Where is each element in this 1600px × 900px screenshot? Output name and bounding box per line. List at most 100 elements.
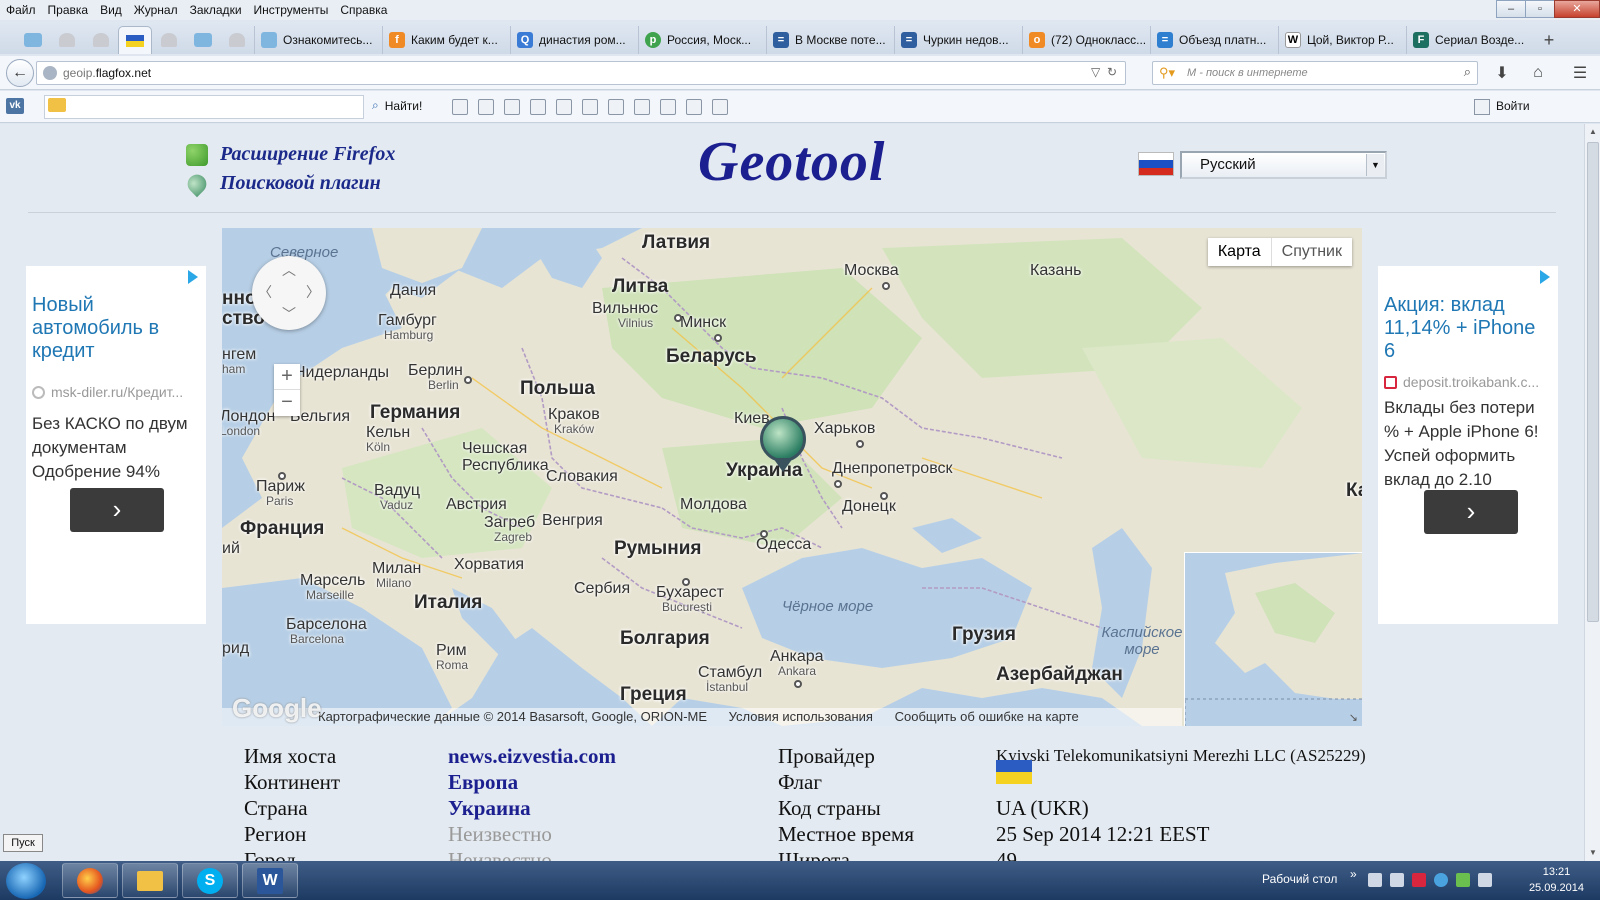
download-icon[interactable]: ⬇ (1490, 62, 1514, 84)
toolbar-tool-icon[interactable] (712, 99, 728, 115)
tray-antivirus-icon[interactable] (1412, 873, 1426, 887)
menu-file[interactable]: Файл (0, 3, 42, 17)
tab[interactable]: = В Москве поте... (766, 26, 894, 54)
toolbar-tool-icon[interactable] (504, 99, 520, 115)
pinned-tab[interactable] (220, 26, 254, 54)
google-logo[interactable]: Google (232, 693, 322, 724)
tray-flag-icon[interactable] (1368, 873, 1382, 887)
city-marker[interactable] (882, 282, 890, 290)
pinned-tab-active[interactable] (118, 26, 152, 54)
scroll-up-icon[interactable]: ▲ (1585, 124, 1600, 140)
pinned-tab[interactable] (186, 26, 220, 54)
city-marker[interactable] (278, 472, 286, 480)
overview-toggle-icon[interactable]: ↘ (1349, 711, 1358, 724)
ad-go-button[interactable]: › (70, 488, 164, 532)
pan-right-icon[interactable]: 〉 (306, 282, 320, 302)
toolbar-tool-icon[interactable] (608, 99, 624, 115)
taskbar-explorer-button[interactable] (122, 863, 178, 898)
tab[interactable]: = Объезд платн... (1150, 26, 1278, 54)
tray-network-icon[interactable] (1456, 873, 1470, 887)
toolbar-tool-icon[interactable] (582, 99, 598, 115)
zoom-in-button[interactable]: + (274, 364, 300, 390)
toolbar-tool-icon[interactable] (634, 99, 650, 115)
login-button[interactable]: Войти (1496, 99, 1530, 113)
menu-tools[interactable]: Инструменты (248, 3, 335, 17)
ad-url[interactable]: msk-diler.ru/Кредит... (32, 384, 202, 400)
toolbar-tool-icon[interactable] (660, 99, 676, 115)
toolbar-tool-icon[interactable] (452, 99, 468, 115)
search-icon[interactable]: ⌕ (1464, 64, 1471, 80)
city-marker[interactable] (760, 530, 768, 538)
find-button[interactable]: ⌕ Найти! (372, 98, 422, 113)
url-bar[interactable]: geoip. flagfox.net ▽ ↻ (36, 61, 1126, 85)
ad-right[interactable]: Акция: вклад 11,14% + iPhone 6 deposit.t… (1378, 266, 1558, 624)
location-marker-icon[interactable] (760, 416, 810, 472)
city-marker[interactable] (834, 480, 842, 488)
tray-info-icon[interactable] (1434, 873, 1448, 887)
page-scrollbar[interactable]: ▲ ▼ (1584, 124, 1600, 861)
menu-bookmarks[interactable]: Закладки (184, 3, 248, 17)
close-window-button[interactable]: ✕ (1554, 0, 1600, 18)
taskbar-clock[interactable]: 13:21 25.09.2014 (1529, 864, 1584, 896)
country-value[interactable]: Украина (448, 796, 531, 822)
city-marker[interactable] (464, 376, 472, 384)
firefox-extension-link[interactable]: Расширение Firefox (186, 140, 395, 169)
menu-history[interactable]: Журнал (128, 3, 184, 17)
city-marker[interactable] (794, 680, 802, 688)
map-type-map-button[interactable]: Карта (1208, 238, 1272, 266)
map-report-link[interactable]: Сообщить об ошибке на карте (895, 709, 1079, 724)
site-identity-icon[interactable] (43, 66, 57, 80)
tab[interactable]: f Каким будет к... (382, 26, 510, 54)
toolbar-search-input[interactable] (44, 95, 364, 119)
tab[interactable]: Qдинастия ром... (510, 26, 638, 54)
minimize-button[interactable]: – (1496, 0, 1526, 18)
ad-url[interactable]: deposit.troikabank.c... (1384, 374, 1554, 390)
toolbar-tool-icon[interactable] (686, 99, 702, 115)
tray-signal-icon[interactable] (1390, 873, 1404, 887)
menu-help[interactable]: Справка (334, 3, 393, 17)
toolbar-tool-icon[interactable] (556, 99, 572, 115)
city-marker[interactable] (856, 440, 864, 448)
city-marker[interactable] (714, 334, 722, 342)
toolbar-tool-icon[interactable] (478, 99, 494, 115)
pinned-tab[interactable] (16, 26, 50, 54)
menu-icon[interactable]: ☰ (1568, 62, 1592, 84)
overview-map[interactable]: ↘ (1184, 552, 1362, 726)
desktop-toolbar-label[interactable]: Рабочий стол (1262, 872, 1337, 886)
map-terms-link[interactable]: Условия использования (729, 709, 873, 724)
adchoices-icon[interactable] (1540, 270, 1554, 284)
taskbar-skype-button[interactable]: S (182, 863, 238, 898)
folder-icon[interactable] (48, 98, 66, 112)
home-icon[interactable]: ⌂ (1526, 62, 1550, 84)
scroll-thumb[interactable] (1587, 142, 1599, 622)
login-icon[interactable] (1474, 99, 1490, 115)
pan-left-icon[interactable]: 〈 (258, 282, 272, 302)
zoom-out-button[interactable]: − (274, 390, 300, 416)
reload-icon[interactable]: ▽ ↻ (1091, 65, 1117, 79)
search-input[interactable]: ⚲▾ М - поиск в интернете ⌕ (1152, 61, 1478, 85)
new-tab-button[interactable]: + (1534, 26, 1564, 54)
city-marker[interactable] (682, 578, 690, 586)
adchoices-icon[interactable] (188, 270, 202, 284)
ad-left[interactable]: Новый автомобиль в кредит msk-diler.ru/К… (26, 266, 206, 624)
city-marker[interactable] (880, 492, 888, 500)
map-pan-control[interactable]: ︿ ﹀ 〈 〉 (252, 256, 326, 330)
city-marker[interactable] (674, 314, 682, 322)
taskbar-firefox-button[interactable] (62, 863, 118, 898)
host-value[interactable]: news.eizvestia.com (448, 744, 616, 770)
tab[interactable]: p Россия, Моск... (638, 26, 766, 54)
toolbar-tool-icon[interactable] (530, 99, 546, 115)
pinned-tab[interactable] (50, 26, 84, 54)
ad-title[interactable]: Акция: вклад 11,14% + iPhone 6 (1384, 294, 1552, 363)
search-plugin-link[interactable]: Поисковой плагин (183, 169, 395, 198)
tab[interactable]: F Сериал Возде... (1406, 26, 1534, 54)
menu-edit[interactable]: Правка (42, 3, 95, 17)
tray-expand-icon[interactable]: » (1350, 867, 1357, 881)
tab[interactable]: Ознакомитесь... (254, 26, 382, 54)
ad-go-button[interactable]: › (1424, 490, 1518, 534)
site-logo[interactable]: Geotool (698, 130, 885, 194)
start-button[interactable] (6, 863, 46, 899)
language-select[interactable]: Русский ▼ (1180, 151, 1387, 179)
tab[interactable]: o (72) Однокласс... (1022, 26, 1150, 54)
pan-up-icon[interactable]: ︿ (282, 260, 296, 280)
